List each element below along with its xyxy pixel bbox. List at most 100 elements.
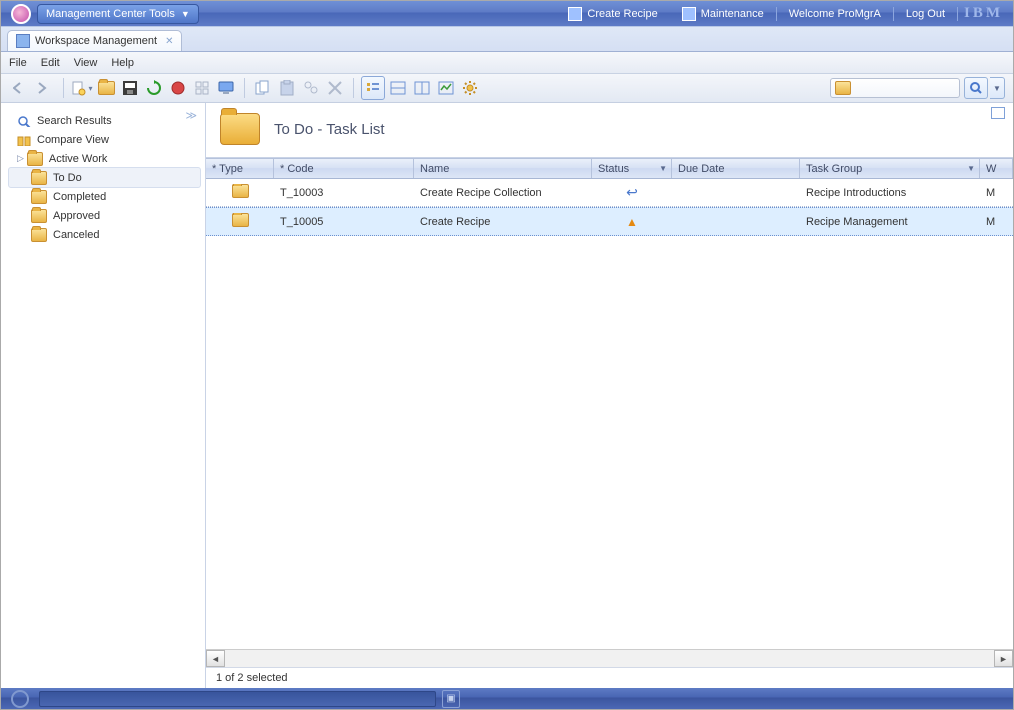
toolbar-search-button[interactable]	[964, 77, 988, 99]
scroll-right-button[interactable]: ►	[994, 650, 1013, 667]
layout-split-h-button[interactable]	[387, 77, 409, 99]
tab-strip: Workspace Management ✕	[1, 26, 1013, 52]
link-label: Log Out	[906, 8, 945, 20]
cell-name: Create Recipe Collection	[414, 187, 592, 199]
folder-icon	[27, 152, 43, 166]
open-button[interactable]	[95, 77, 117, 99]
tool-b-button[interactable]	[324, 77, 346, 99]
menu-file[interactable]: File	[9, 57, 27, 69]
page-title: To Do - Task List	[274, 121, 385, 138]
sidebar-item-label: To Do	[53, 172, 82, 184]
sidebar-item-to-do[interactable]: To Do	[8, 167, 201, 188]
sidebar-item-label: Completed	[53, 191, 106, 203]
maximize-icon[interactable]	[991, 107, 1005, 119]
sidebar-close-icon[interactable]: ≫	[185, 109, 197, 122]
sidebar-item-label: Active Work	[49, 153, 107, 165]
sidebar-item-search-results[interactable]: Search Results	[9, 111, 200, 130]
maintenance-icon	[682, 7, 696, 21]
toolbar: ▾ ▼	[1, 74, 1013, 103]
horizontal-scrollbar[interactable]: ◄ ►	[206, 649, 1013, 667]
sidebar-item-label: Search Results	[37, 115, 112, 127]
sidebar-item-approved[interactable]: Approved	[9, 206, 200, 225]
view-list-button[interactable]	[361, 76, 385, 100]
settings-button[interactable]	[459, 77, 481, 99]
col-header-due[interactable]: Due Date	[672, 159, 800, 178]
copy-button[interactable]	[252, 77, 274, 99]
chevron-down-icon[interactable]: ▼	[659, 164, 667, 173]
cell-name: Create Recipe	[414, 216, 592, 228]
status-panel-toggle[interactable]: ▣	[442, 690, 460, 708]
new-button[interactable]: ▾	[71, 77, 93, 99]
paste-button[interactable]	[276, 77, 298, 99]
app-title-bar: Management Center Tools ▼ Create Recipe …	[1, 1, 1013, 26]
toolbar-search-options[interactable]: ▼	[990, 77, 1005, 99]
col-header-code[interactable]: * Code	[274, 159, 414, 178]
menu-edit[interactable]: Edit	[41, 57, 60, 69]
toolbar-search-input[interactable]	[830, 78, 960, 98]
cell-status: ▲	[592, 215, 672, 229]
col-header-status[interactable]: Status▼	[592, 159, 672, 178]
magnifier-icon	[17, 115, 31, 127]
chart-button[interactable]	[435, 77, 457, 99]
col-header-last[interactable]: W	[980, 159, 1013, 178]
table-row[interactable]: T_10005 Create Recipe ▲ Recipe Managemen…	[206, 207, 1013, 236]
grid-button[interactable]	[191, 77, 213, 99]
sidebar-item-compare-view[interactable]: Compare View	[9, 130, 200, 149]
globe-icon	[11, 4, 31, 24]
menu-help[interactable]: Help	[111, 57, 134, 69]
refresh-button[interactable]	[143, 77, 165, 99]
folder-icon	[31, 171, 47, 185]
table-row[interactable]: T_10003 Create Recipe Collection ↩ Recip…	[206, 179, 1013, 207]
tab-workspace-management[interactable]: Workspace Management ✕	[7, 30, 182, 51]
folder-icon	[232, 213, 249, 227]
folder-icon	[31, 190, 47, 204]
sidebar-item-active-work[interactable]: ▷ Active Work	[9, 149, 200, 168]
forward-button[interactable]	[34, 77, 56, 99]
col-header-name[interactable]: Name	[414, 159, 592, 178]
ibm-logo: IBM	[964, 5, 1003, 22]
activity-indicator-icon	[11, 690, 29, 708]
monitor-button[interactable]	[215, 77, 237, 99]
folder-icon	[220, 113, 260, 145]
separator	[893, 7, 894, 21]
close-icon[interactable]: ✕	[165, 36, 173, 47]
sidebar-item-label: Compare View	[37, 134, 109, 146]
recipe-icon	[568, 7, 582, 21]
cell-code: T_10005	[274, 216, 414, 228]
folder-icon	[31, 209, 47, 223]
cell-status: ↩	[592, 184, 672, 201]
main-panel: To Do - Task List * Type * Code Name Sta…	[206, 103, 1013, 688]
sidebar: ≫ Search Results Compare View ▷ Active W…	[1, 103, 206, 688]
sidebar-item-completed[interactable]: Completed	[9, 187, 200, 206]
col-header-type[interactable]: * Type	[206, 159, 274, 178]
layout-split-v-button[interactable]	[411, 77, 433, 99]
cell-group: Recipe Introductions	[800, 187, 980, 199]
tool-a-button[interactable]	[300, 77, 322, 99]
logout-link[interactable]: Log Out	[906, 8, 945, 20]
status-line: 1 of 2 selected	[206, 667, 1013, 688]
link-maintenance[interactable]: Maintenance	[682, 7, 764, 21]
separator	[776, 7, 777, 21]
chevron-down-icon[interactable]: ▼	[967, 164, 975, 173]
status-track	[39, 691, 436, 707]
stop-button[interactable]	[167, 77, 189, 99]
tab-label: Workspace Management	[35, 35, 157, 47]
workspace-icon	[16, 34, 30, 48]
col-header-group[interactable]: Task Group▼	[800, 159, 980, 178]
link-create-recipe[interactable]: Create Recipe	[568, 7, 657, 21]
cell-code: T_10003	[274, 187, 414, 199]
back-button[interactable]	[10, 77, 32, 99]
cell-last: M	[980, 216, 1013, 228]
sidebar-item-canceled[interactable]: Canceled	[9, 225, 200, 244]
folder-icon	[232, 184, 249, 198]
save-button[interactable]	[119, 77, 141, 99]
app-main-menu[interactable]: Management Center Tools ▼	[37, 4, 199, 24]
expand-icon[interactable]: ▷	[17, 153, 24, 164]
menu-bar: File Edit View Help	[1, 52, 1013, 74]
scroll-left-button[interactable]: ◄	[206, 650, 225, 667]
sidebar-item-label: Approved	[53, 210, 100, 222]
menu-view[interactable]: View	[74, 57, 98, 69]
folder-icon	[835, 81, 851, 95]
table-body: T_10003 Create Recipe Collection ↩ Recip…	[206, 179, 1013, 649]
app-menu-label: Management Center Tools	[46, 8, 175, 20]
